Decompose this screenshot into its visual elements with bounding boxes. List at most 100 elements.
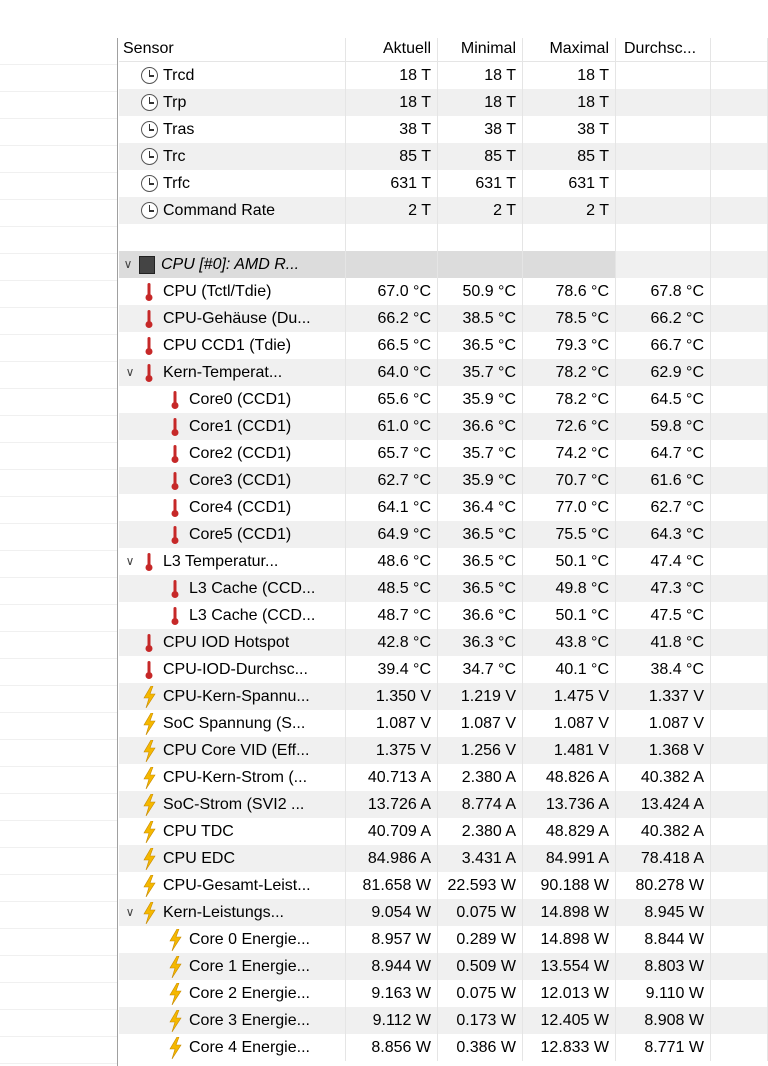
thermometer-icon <box>139 632 159 654</box>
left-pane-row <box>0 65 117 92</box>
table-row[interactable]: ∨ Kern-Leistungs... 9.054 W 0.075 W 14.898 W… <box>119 899 768 926</box>
table-row[interactable]: Trp 18 T 18 T 18 T <box>119 89 768 116</box>
thermometer-icon <box>165 524 185 546</box>
column-header-min[interactable]: Minimal <box>438 38 523 62</box>
sensor-label: Core 2 Energie... <box>189 985 310 1002</box>
table-row[interactable]: Core 2 Energie... 9.163 W 0.075 W 12.013 W9… <box>119 980 768 1007</box>
table-row[interactable]: SoC-Strom (SVI2 ... 13.726 A 8.774 A 13.736… <box>119 791 768 818</box>
table-row[interactable]: CPU-Kern-Spannu... 1.350 V 1.219 V 1.475 V1… <box>119 683 768 710</box>
table-row[interactable]: L3 Cache (CCD... 48.7 °C 36.6 °C 50.1 °C 47.… <box>119 602 768 629</box>
lightning-icon <box>139 739 159 762</box>
column-header-current[interactable]: Aktuell <box>346 38 438 62</box>
table-row[interactable]: CPU-IOD-Durchsc... 39.4 °C 34.7 °C 40.1 °C 3… <box>119 656 768 683</box>
table-row[interactable]: Core5 (CCD1) 64.9 °C 36.5 °C 75.5 °C 64.3 °C <box>119 521 768 548</box>
table-row[interactable]: SoC Spannung (S... 1.087 V 1.087 V 1.087 V1… <box>119 710 768 737</box>
left-pane-row <box>0 281 117 308</box>
table-row[interactable]: ∨ L3 Temperatur... 48.6 °C 36.5 °C 50.1 °C 47… <box>119 548 768 575</box>
chevron-down-icon[interactable]: ∨ <box>121 899 139 926</box>
left-pane-row <box>0 767 117 794</box>
table-row[interactable] <box>119 224 768 251</box>
table-row[interactable]: CPU CCD1 (Tdie) 66.5 °C 36.5 °C 79.3 °C 66.7… <box>119 332 768 359</box>
table-row[interactable]: L3 Cache (CCD... 48.5 °C 36.5 °C 49.8 °C 47.… <box>119 575 768 602</box>
table-row[interactable]: CPU IOD Hotspot 42.8 °C 36.3 °C 43.8 °C 41.8… <box>119 629 768 656</box>
table-row[interactable]: ∨ CPU [#0]: AMD R... <box>119 251 768 278</box>
table-row[interactable]: CPU Core VID (Eff... 1.375 V 1.256 V 1.481 … <box>119 737 768 764</box>
current-value: 61.0 °C <box>346 413 438 440</box>
avg-value <box>616 170 711 197</box>
table-row[interactable]: Core1 (CCD1) 61.0 °C 36.6 °C 72.6 °C 59.8 °C <box>119 413 768 440</box>
column-header-max[interactable]: Maximal <box>523 38 616 62</box>
left-pane-row <box>0 632 117 659</box>
min-value: 38.5 °C <box>438 305 523 332</box>
max-value: 90.188 W <box>523 872 616 899</box>
avg-value: 80.278 W <box>616 872 711 899</box>
table-row[interactable]: CPU-Gesamt-Leist... 81.658 W 22.593 W 90.18… <box>119 872 768 899</box>
min-value: 1.256 V <box>438 737 523 764</box>
row-filler <box>711 629 768 656</box>
chevron-down-icon[interactable]: ∨ <box>121 548 139 575</box>
table-row[interactable]: Command Rate 2 T2 T2 T <box>119 197 768 224</box>
table-row[interactable]: Core 1 Energie... 8.944 W 0.509 W 13.554 W8… <box>119 953 768 980</box>
avg-value: 64.5 °C <box>616 386 711 413</box>
sensor-label: Kern-Leistungs... <box>163 904 284 921</box>
sensor-label: CPU-Kern-Strom (... <box>163 769 308 786</box>
table-row[interactable]: Core2 (CCD1) 65.7 °C 35.7 °C 74.2 °C 64.7 °C <box>119 440 768 467</box>
sensor-label: CPU (Tctl/Tdie) <box>163 283 272 300</box>
max-value: 78.2 °C <box>523 386 616 413</box>
sensor-label: CPU EDC <box>163 850 236 867</box>
table-body: Trcd 18 T 18 T 18 T Trp 18 T 18 T 18 T Tras 38 T3… <box>119 62 768 1061</box>
row-filler <box>711 170 768 197</box>
min-value: 36.5 °C <box>438 521 523 548</box>
avg-value: 1.368 V <box>616 737 711 764</box>
table-row[interactable]: CPU TDC 40.709 A 2.380 A 48.829 A 40.382 A <box>119 818 768 845</box>
chevron-down-icon[interactable]: ∨ <box>119 251 137 278</box>
min-value: 1.219 V <box>438 683 523 710</box>
max-value <box>523 251 616 278</box>
column-header-avg[interactable]: Durchsc... <box>616 38 711 62</box>
min-value: 35.7 °C <box>438 359 523 386</box>
sensor-name-cell: CPU (Tctl/Tdie) <box>119 278 346 305</box>
row-filler <box>711 521 768 548</box>
min-value <box>438 224 523 251</box>
table-row[interactable]: Trcd 18 T 18 T 18 T <box>119 62 768 89</box>
column-header-sensor[interactable]: Sensor <box>119 38 346 62</box>
lightning-icon <box>139 685 159 708</box>
left-pane-row <box>0 686 117 713</box>
row-filler <box>711 980 768 1007</box>
max-value: 1.087 V <box>523 710 616 737</box>
table-row[interactable]: Core4 (CCD1) 64.1 °C 36.4 °C 77.0 °C 62.7 °C <box>119 494 768 521</box>
table-row[interactable]: Core 0 Energie... 8.957 W 0.289 W 14.898 W8… <box>119 926 768 953</box>
table-row[interactable]: Trfc 631 T 631 T 631 T <box>119 170 768 197</box>
sensor-label: CPU IOD Hotspot <box>163 634 290 651</box>
left-pane-row <box>0 227 117 254</box>
table-row[interactable]: CPU EDC 84.986 A 3.431 A 84.991 A 78.418 A <box>119 845 768 872</box>
table-row[interactable]: CPU-Gehäuse (Du... 66.2 °C 38.5 °C 78.5 °C 6… <box>119 305 768 332</box>
avg-value: 67.8 °C <box>616 278 711 305</box>
min-value: 35.7 °C <box>438 440 523 467</box>
table-row[interactable]: Tras 38 T 38 T 38 T <box>119 116 768 143</box>
table-row[interactable]: Core0 (CCD1) 65.6 °C 35.9 °C 78.2 °C 64.5 °C <box>119 386 768 413</box>
table-row[interactable]: Core 4 Energie... 8.856 W 0.386 W 12.833 W8… <box>119 1034 768 1061</box>
sensor-name-cell: CPU Core VID (Eff... <box>119 737 346 764</box>
table-row[interactable]: CPU (Tctl/Tdie) 67.0 °C 50.9 °C 78.6 °C 67.8… <box>119 278 768 305</box>
current-value: 8.944 W <box>346 953 438 980</box>
sensor-name-cell: CPU EDC <box>119 845 346 872</box>
table-row[interactable]: Core 3 Energie... 9.112 W 0.173 W 12.405 W8… <box>119 1007 768 1034</box>
clock-icon <box>139 146 159 168</box>
table-row[interactable]: Trc 85 T 85 T 85 T <box>119 143 768 170</box>
row-filler <box>711 305 768 332</box>
current-value: 13.726 A <box>346 791 438 818</box>
sensor-name-cell: ∨ Kern-Temperat... <box>119 359 346 386</box>
current-value: 38 T <box>346 116 438 143</box>
table-row[interactable]: Core3 (CCD1) 62.7 °C 35.9 °C 70.7 °C 61.6 °C <box>119 467 768 494</box>
min-value: 0.289 W <box>438 926 523 953</box>
max-value: 631 T <box>523 170 616 197</box>
table-row[interactable]: CPU-Kern-Strom (... 40.713 A 2.380 A 48.826… <box>119 764 768 791</box>
chevron-down-icon[interactable]: ∨ <box>121 359 139 386</box>
table-row[interactable]: ∨ Kern-Temperat... 64.0 °C 35.7 °C 78.2 °C 62… <box>119 359 768 386</box>
sensor-label: Trp <box>163 94 187 111</box>
row-filler <box>711 89 768 116</box>
sensor-name-cell: Trc <box>119 143 346 170</box>
max-value: 75.5 °C <box>523 521 616 548</box>
avg-value <box>616 89 711 116</box>
